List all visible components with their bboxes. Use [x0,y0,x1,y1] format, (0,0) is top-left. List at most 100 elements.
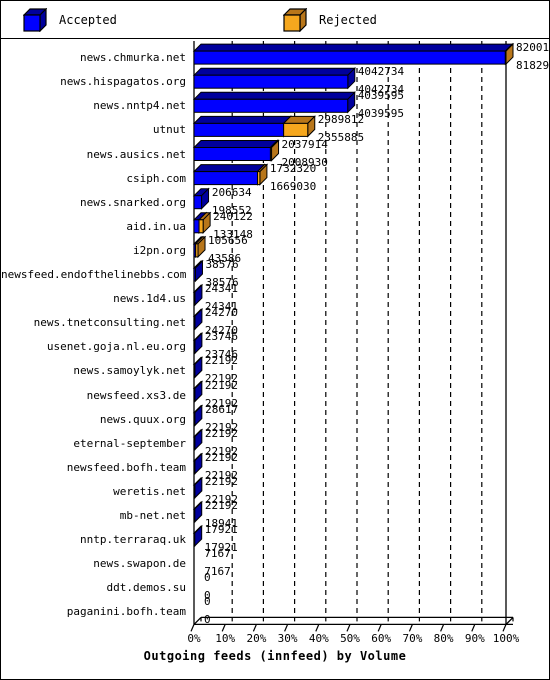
value-label-total: 240122 [213,209,253,223]
category-label: news.nntp4.net [93,99,186,113]
x-tick [408,624,413,632]
category-label: csiph.com [126,171,186,185]
category-label: mb-net.net [119,509,186,522]
bar-segment-rejected [194,235,207,259]
legend-item-accepted: Accepted [23,1,117,39]
cube-icon [283,8,307,32]
bar-group [192,404,204,427]
bar-group [192,283,204,307]
value-label-total: 23746 [204,330,239,344]
value-label-total: 22192 [204,499,238,512]
value-label-accepted: 8182964 [516,59,550,73]
value-label-total: 22192 [204,378,238,392]
category-label: utnut [152,123,186,137]
category-label: news.ausics.net [86,147,186,161]
category-label: news.quux.org [99,412,186,426]
x-tick [190,624,195,632]
bar-group [192,115,316,138]
category-label: news.tnetconsulting.net [33,316,186,330]
value-label-total: 22192 [204,474,238,488]
value-label-total: 0 [204,595,211,609]
x-tick [440,624,445,632]
bar-segment-accepted [192,524,203,548]
value-label-total: 105656 [208,233,248,247]
category-label: news.chmurka.net [80,51,186,65]
x-tick [377,624,382,632]
category-label: paganini.bofh.team [66,605,186,619]
value-label-total: 38576 [205,258,239,271]
value-label-total: 4039595 [357,89,405,103]
category-label: news.samoylyk.net [73,364,186,378]
category-label: news.1d4.us [113,292,186,306]
value-label-total: 24270 [204,306,239,320]
chart-page: Accepted Rejected news.chmurka.net 820010… [0,0,550,680]
chart-x-axis-title: Outgoing feeds (innfeed) by Volume [143,649,407,664]
bar-group [192,211,212,235]
category-label: weretis.net [113,484,186,498]
bar-group [192,307,204,331]
category-label: newsfeed.bofh.team [66,460,186,474]
bar-group [192,163,269,186]
bar-group [192,500,203,524]
x-tick [315,624,320,632]
bar-group [192,66,357,90]
value-label-total: 4042734 [357,65,405,79]
category-label: news.snarked.org [80,195,186,209]
value-label-total: 28617 [205,402,239,416]
bar-segment-accepted [192,428,204,451]
legend-label-rejected: Rejected [319,13,377,27]
cube-icon [23,8,47,32]
bar-group [192,452,204,476]
value-label-total: 24341 [204,282,239,296]
bar-segment-accepted [192,500,203,524]
value-label-total: 8200105 [516,41,550,55]
value-label-total: 22192 [204,450,238,464]
value-label-total: 7167 [204,547,231,561]
category-label: aid.in.ua [126,219,186,233]
bar-segment-accepted [192,307,204,331]
bar-segment-accepted [192,476,204,500]
value-label-total: 0 [204,571,211,585]
bar-group [192,259,204,283]
category-label: ddt.demos.su [106,581,186,595]
bar-group [192,235,207,259]
legend-item-rejected: Rejected [283,1,377,39]
category-label: nntp.terraraq.uk [80,533,186,547]
category-label: news.hispagatos.org [60,75,186,89]
bar-group [192,380,204,403]
value-label-total: 2989812 [317,113,365,127]
axis-depth-edge-right [505,616,514,625]
x-tick [284,624,289,632]
bar-group [192,139,280,162]
category-label: i2pn.org [133,243,186,257]
x-tick [221,624,226,632]
category-label: newsfeed.xs3.de [86,388,186,402]
category-label: newsfeed.endofthelinebbs.com [1,268,187,281]
bar-segment-accepted [192,404,204,427]
bar-segment-accepted [192,283,204,307]
value-label-accepted: 0 [204,613,211,627]
category-label: news.swapon.de [93,557,186,571]
bar-segment-accepted [192,452,204,476]
bar-segment-rejected [282,115,316,138]
value-label-total: 206634 [211,185,252,199]
bar-segment-accepted [192,115,292,138]
bar-group [192,524,203,548]
x-tick-label: 100% [492,632,520,646]
bar-segment-accepted [192,139,279,162]
bar-group [192,42,515,66]
bar-segment-accepted [192,91,356,114]
x-tick [471,624,476,632]
value-label-total: 22192 [204,426,238,440]
bar-segment-accepted [192,356,204,379]
axis-depth-edge [193,616,202,625]
bar-segment-accepted [192,163,266,186]
value-label-accepted: 1669030 [269,179,317,193]
x-tick [346,624,351,632]
bar-group [192,476,204,500]
bar-segment-accepted [192,42,514,66]
chart-legend: Accepted Rejected [1,1,549,39]
bar-segment-accepted [192,332,204,355]
x-tick [502,624,507,632]
bar-group [192,187,210,210]
